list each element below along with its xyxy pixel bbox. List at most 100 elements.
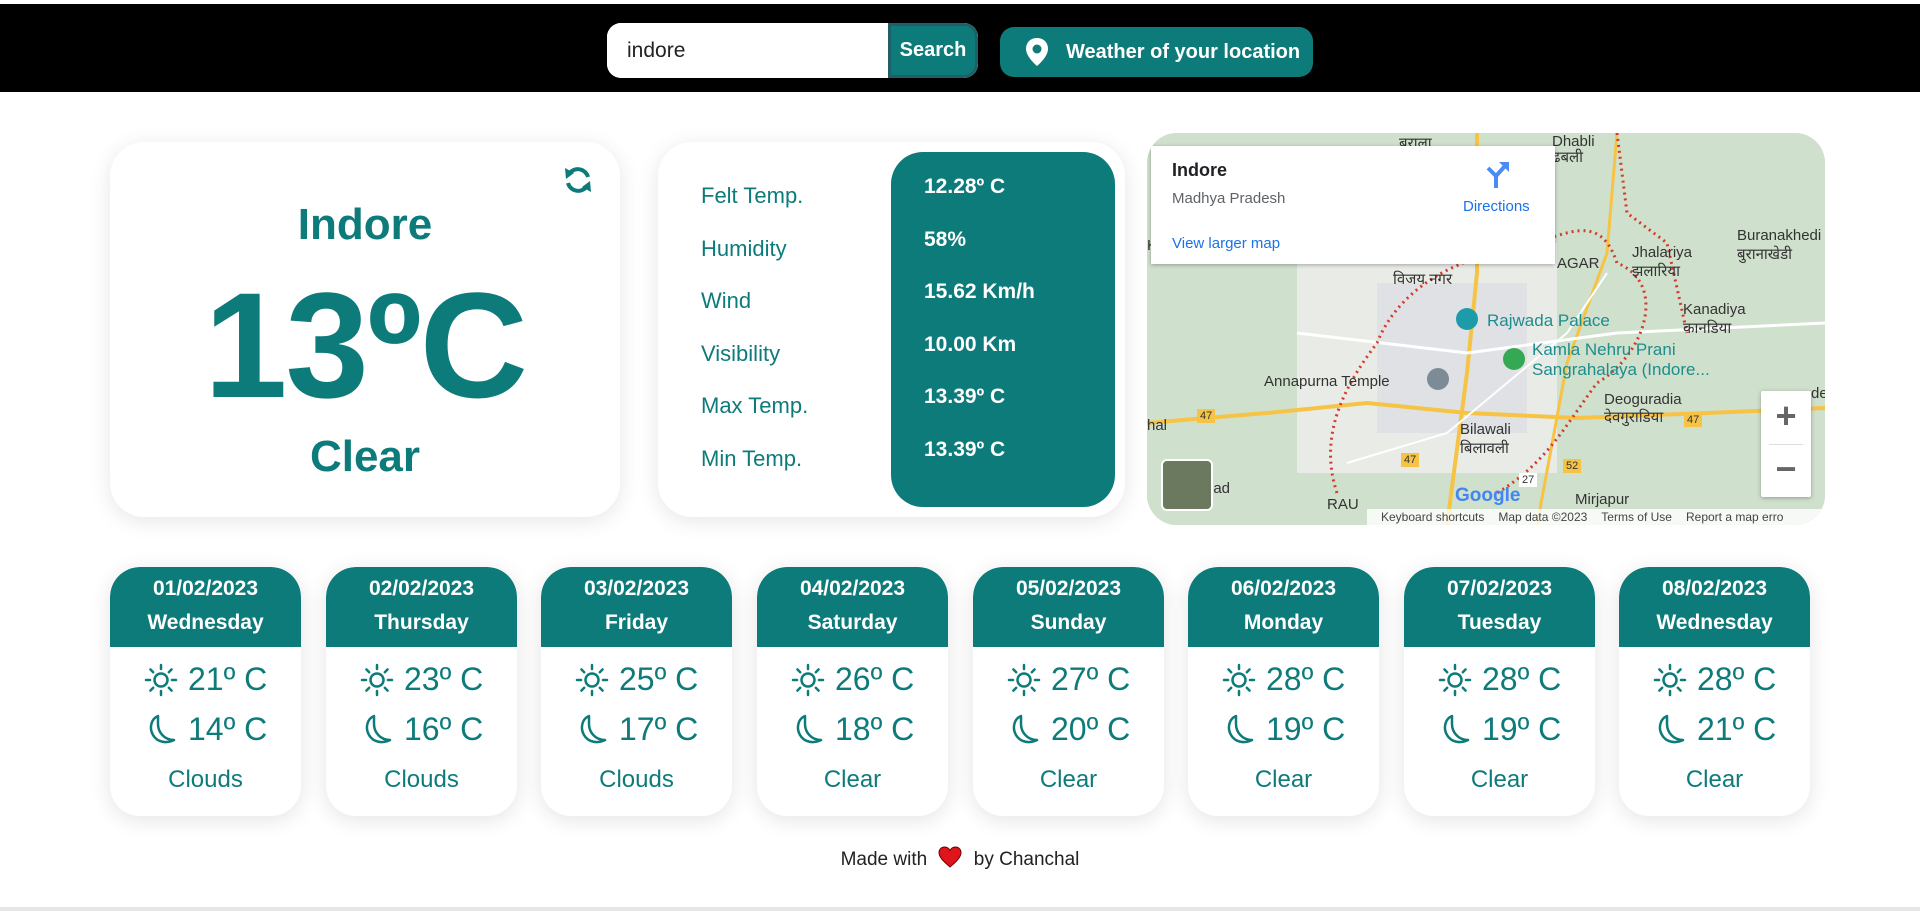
forecast-condition: Clear [1470, 766, 1529, 793]
map-route-27: 27 [1519, 473, 1538, 487]
forecast-min-temp: 17º C [619, 711, 699, 747]
forecast-min-row: 19º C [1222, 711, 1345, 748]
humidity-value: 58% [924, 228, 967, 251]
map-route-47-a: 47 [1197, 409, 1216, 423]
forecast-max-row: 25º C [575, 661, 698, 698]
forecast-card: 03/02/2023 Friday 25º C 17º C Clouds [541, 567, 732, 816]
forecast-date: 01/02/2023 [152, 577, 259, 600]
forecast-day: Monday [1243, 611, 1324, 634]
forecast-day: Tuesday [1457, 611, 1542, 634]
report-map-error-link[interactable]: Report a map erro [1686, 510, 1783, 524]
page-footer: Made with by Chanchal [0, 846, 1920, 871]
directions-icon[interactable] [1481, 160, 1511, 190]
forecast-max-temp: 23º C [404, 661, 484, 697]
terms-of-use-link[interactable]: Terms of Use [1601, 510, 1672, 524]
moon-icon [1227, 714, 1254, 743]
forecast-min-row: 17º C [575, 711, 698, 748]
map-label-vijay: विजय नगर [1393, 271, 1453, 288]
map-data-text: Map data ©2023 [1498, 510, 1588, 524]
forecast-card-header: 03/02/2023 Friday [541, 567, 732, 647]
sun-icon [1653, 663, 1687, 696]
visibility-value: 10.00 Km [924, 333, 1017, 356]
forecast-max-temp: 27º C [1051, 661, 1131, 697]
forecast-card-header: 08/02/2023 Wednesday [1619, 567, 1810, 647]
moon-icon [1443, 714, 1470, 743]
location-map[interactable]: Rajwada Palace Kamla Nehru Prani Sangrah… [1147, 133, 1825, 525]
map-label-jhalariya-hi: झलारिया [1632, 263, 1681, 280]
forecast-max-row: 28º C [1653, 661, 1776, 698]
forecast-condition: Clear [1685, 766, 1744, 793]
view-larger-map-link[interactable]: View larger map [1172, 235, 1280, 252]
map-label-dhabli-hi: ढबली [1552, 149, 1584, 166]
forecast-date: 07/02/2023 [1446, 577, 1553, 600]
current-weather-card: Indore 13ºC Clear [110, 142, 620, 517]
search-button[interactable]: Search [888, 23, 978, 78]
forecast-max-row: 23º C [360, 661, 483, 698]
directions-link[interactable]: Directions [1463, 198, 1530, 215]
location-weather-button[interactable]: Weather of your location [1000, 27, 1313, 77]
moon-icon [1012, 714, 1039, 743]
moon-icon [796, 714, 823, 743]
max-temp-value: 13.39º C [924, 385, 1006, 408]
map-label-kanadiya-hi: कानडिया [1683, 320, 1732, 337]
map-label-deoguradia-hi: देवगुराडिया [1604, 409, 1664, 426]
satellite-toggle[interactable] [1161, 459, 1213, 511]
moon-icon [1658, 714, 1685, 743]
map-label-rau: RAU [1327, 496, 1359, 513]
zoom-in-button[interactable]: + [1761, 391, 1811, 444]
forecast-max-row: 28º C [1438, 661, 1561, 698]
map-label-hal: hal [1147, 417, 1168, 434]
visibility-label: Visibility [701, 340, 781, 366]
map-label-nagar: AGAR [1557, 255, 1600, 272]
refresh-icon[interactable] [562, 164, 594, 196]
map-footer: Keyboard shortcuts Map data ©2023 Terms … [1367, 509, 1825, 525]
moon-icon [365, 714, 392, 743]
map-label-kamla-2: Sangrahalaya (Indore... [1532, 360, 1710, 379]
forecast-card-header: 02/02/2023 Thursday [326, 567, 517, 647]
forecast-min-temp: 18º C [835, 711, 915, 747]
forecast-max-row: 28º C [1222, 661, 1345, 698]
forecast-card: 06/02/2023 Monday 28º C 19º C Clear [1188, 567, 1379, 816]
footer-prefix: Made with [840, 849, 928, 870]
map-label-buranakhedi-hi: बुरानाखेडी [1737, 246, 1792, 263]
forecast-card: 04/02/2023 Saturday 26º C 18º C Clear [757, 567, 948, 816]
forecast-min-row: 21º C [1653, 711, 1776, 748]
forecast-date: 08/02/2023 [1661, 577, 1768, 600]
search-input[interactable] [607, 23, 888, 78]
sun-icon [575, 663, 609, 696]
forecast-min-row: 14º C [144, 711, 267, 748]
keyboard-shortcuts-link[interactable]: Keyboard shortcuts [1381, 510, 1484, 524]
map-label-mirjapur: Mirjapur [1575, 491, 1630, 508]
forecast-max-row: 21º C [144, 661, 267, 698]
forecast-date: 02/02/2023 [368, 577, 475, 600]
map-place-region: Madhya Pradesh [1172, 190, 1286, 207]
forecast-card: 08/02/2023 Wednesday 28º C 21º C Clear [1619, 567, 1810, 816]
forecast-card: 07/02/2023 Tuesday 28º C 19º C Clear [1404, 567, 1595, 816]
forecast-date: 04/02/2023 [799, 577, 906, 600]
zoom-out-button[interactable]: − [1761, 444, 1811, 497]
sun-icon [1222, 663, 1256, 696]
map-label-kamla-1: Kamla Nehru Prani [1532, 340, 1676, 359]
google-logo: Google [1455, 485, 1521, 506]
sun-icon [1007, 663, 1041, 696]
weather-details-card: Felt Temp. Humidity Wind Visibility Max … [658, 142, 1125, 517]
forecast-card-header: 01/02/2023 Wednesday [110, 567, 301, 647]
forecast-card-header: 04/02/2023 Saturday [757, 567, 948, 647]
map-label-rajwada: Rajwada Palace [1487, 311, 1610, 330]
felt-temp-label: Felt Temp. [701, 183, 804, 208]
forecast-condition: Clear [823, 766, 882, 793]
forecast-condition: Clouds [384, 766, 459, 793]
forecast-max-temp: 21º C [188, 661, 268, 697]
forecast-max-temp: 28º C [1697, 661, 1777, 697]
forecast-min-row: 20º C [1007, 711, 1130, 748]
current-condition: Clear [309, 432, 421, 481]
wind-value: 15.62 Km/h [924, 280, 1035, 303]
forecast-max-row: 26º C [791, 661, 914, 698]
footer-suffix: by Chanchal [973, 849, 1080, 870]
map-label-de: de [1811, 385, 1825, 402]
felt-temp-value: 12.28º C [924, 175, 1006, 198]
forecast-condition: Clear [1039, 766, 1098, 793]
forecast-min-temp: 14º C [188, 711, 268, 747]
forecast-card: 05/02/2023 Sunday 27º C 20º C Clear [973, 567, 1164, 816]
min-temp-label: Min Temp. [701, 445, 803, 471]
